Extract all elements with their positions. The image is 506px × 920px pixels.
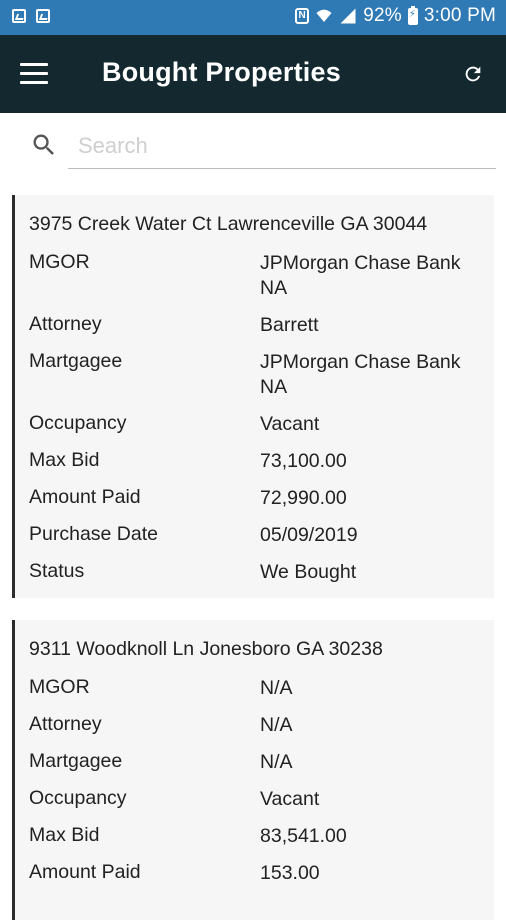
image-icon [12, 9, 26, 23]
property-card[interactable]: 9311 Woodknoll Ln Jonesboro GA 30238 MGO… [12, 620, 494, 920]
mailbox-icon [36, 9, 50, 23]
field-label: Status [29, 560, 85, 582]
field-value: N/A [260, 751, 293, 773]
field-label: Martgagee [29, 350, 123, 372]
field-label: Occupancy [29, 787, 127, 809]
field-label: Purchase Date [29, 523, 158, 545]
battery-percentage: 92% [363, 5, 402, 26]
field-label: Occupancy [29, 412, 127, 434]
clock-time: 3:00 PM [423, 5, 496, 26]
battery-charging-icon [407, 5, 418, 25]
nfc-icon: N [295, 8, 310, 24]
field-label: Attorney [29, 313, 102, 335]
field-label: Max Bid [29, 824, 100, 846]
signal-icon [340, 8, 356, 24]
property-card[interactable]: 3975 Creek Water Ct Lawrenceville GA 300… [12, 195, 494, 598]
field-value: N/A [260, 714, 293, 736]
field-label: Amount Paid [29, 486, 141, 508]
app-bar: Bought Properties [0, 35, 506, 113]
field-label: Attorney [29, 713, 102, 735]
field-value: Vacant [260, 788, 320, 810]
field-value: Barrett [260, 314, 319, 336]
status-bar: N 92% 3:00 PM [0, 0, 506, 35]
field-value: 72,990.00 [260, 487, 347, 509]
field-value: JPMorgan Chase Bank NA [260, 252, 461, 299]
field-value: JPMorgan Chase Bank NA [260, 351, 461, 398]
wifi-icon [316, 9, 332, 22]
refresh-icon[interactable] [462, 63, 484, 85]
field-value: 153.00 [260, 862, 320, 884]
search-input[interactable] [68, 123, 496, 169]
field-value: N/A [260, 677, 293, 699]
field-label: Martgagee [29, 750, 123, 772]
field-label: MGOR [29, 676, 90, 698]
field-value: 83,541.00 [260, 825, 347, 847]
field-label: Max Bid [29, 449, 100, 471]
field-value: 73,100.00 [260, 450, 347, 472]
field-label: MGOR [29, 251, 90, 273]
hamburger-menu-icon[interactable] [20, 63, 48, 85]
field-label: Amount Paid [29, 861, 141, 883]
property-address: 3975 Creek Water Ct Lawrenceville GA 300… [29, 213, 428, 235]
search-bar [0, 113, 506, 193]
page-title: Bought Properties [102, 57, 341, 87]
field-value: We Bought [260, 561, 357, 583]
field-value: 05/09/2019 [260, 524, 358, 546]
field-value: Vacant [260, 413, 320, 435]
property-address: 9311 Woodknoll Ln Jonesboro GA 30238 [29, 638, 383, 660]
search-icon [33, 134, 54, 155]
